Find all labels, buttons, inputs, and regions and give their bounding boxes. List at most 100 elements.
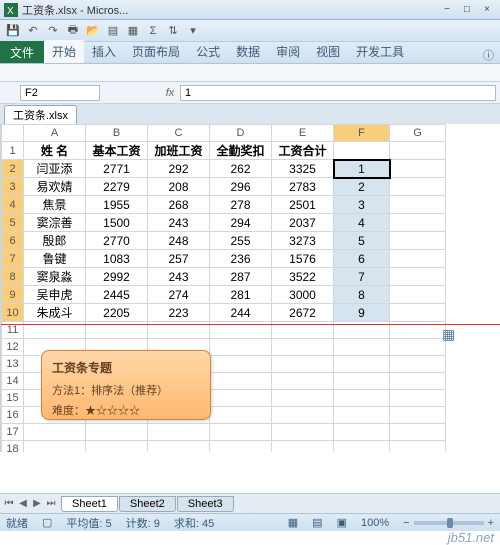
autofill-options-icon[interactable]: ▦ [442,326,456,340]
minimize-button[interactable]: − [438,3,456,17]
cell[interactable] [148,424,210,441]
help-icon[interactable]: ⓘ [477,47,500,63]
row-header[interactable]: 13 [2,356,24,373]
formula-bar[interactable]: 1 [180,85,496,101]
cell[interactable] [272,339,334,356]
cell[interactable] [390,232,446,250]
cell[interactable]: 4 [334,214,390,232]
file-tab[interactable]: 文件 [0,41,44,63]
tab-review[interactable]: 审阅 [268,40,308,63]
cell[interactable]: 294 [210,214,272,232]
cell[interactable]: 2783 [272,178,334,196]
cell[interactable]: 262 [210,160,272,178]
cell[interactable] [390,441,446,453]
last-sheet-icon[interactable]: ⏭ [44,498,58,509]
cell[interactable] [390,424,446,441]
cell[interactable]: 6 [334,250,390,268]
cell[interactable]: 1576 [272,250,334,268]
cell[interactable]: 243 [148,214,210,232]
cell[interactable]: 3273 [272,232,334,250]
cell[interactable] [210,390,272,407]
cell[interactable]: 全勤奖扣 [210,142,272,160]
cell[interactable]: 2992 [86,268,148,286]
cell[interactable]: 278 [210,196,272,214]
cell[interactable] [272,407,334,424]
cell[interactable] [210,356,272,373]
cell[interactable]: 223 [148,304,210,322]
cell[interactable] [148,441,210,453]
cell[interactable]: 3522 [272,268,334,286]
zoom-level[interactable]: 100% [361,517,389,529]
status-rec-icon[interactable]: ▢ [42,516,52,529]
row-header[interactable]: 1 [2,142,24,160]
cell[interactable]: 基本工资 [86,142,148,160]
cell[interactable]: 闫亚添 [24,160,86,178]
tab-formulas[interactable]: 公式 [188,40,228,63]
sheet-tab-3[interactable]: Sheet3 [177,496,234,512]
cell[interactable] [272,424,334,441]
row-header[interactable]: 7 [2,250,24,268]
cell[interactable] [390,304,446,322]
tab-insert[interactable]: 插入 [84,40,124,63]
cell[interactable] [390,339,446,356]
cell[interactable] [24,424,86,441]
row-header[interactable]: 10 [2,304,24,322]
cell[interactable]: 274 [148,286,210,304]
cell[interactable]: 1 [334,160,390,178]
cell[interactable]: 2279 [86,178,148,196]
cell[interactable] [334,441,390,453]
row-header[interactable]: 5 [2,214,24,232]
cell[interactable]: 2205 [86,304,148,322]
row-header[interactable]: 9 [2,286,24,304]
col-header-e[interactable]: E [272,125,334,142]
cell[interactable]: 易欢婧 [24,178,86,196]
cell[interactable]: 3 [334,196,390,214]
cell[interactable] [334,339,390,356]
row-header[interactable]: 8 [2,268,24,286]
sigma-icon[interactable]: Σ [144,22,162,40]
cell[interactable]: 296 [210,178,272,196]
row-header[interactable]: 17 [2,424,24,441]
cell[interactable]: 2771 [86,160,148,178]
row-header[interactable]: 4 [2,196,24,214]
select-all-cell[interactable] [2,125,24,142]
cell[interactable]: 292 [148,160,210,178]
col-header-f[interactable]: F [334,125,390,142]
cell[interactable]: 243 [148,268,210,286]
cell[interactable] [210,339,272,356]
cell[interactable]: 2445 [86,286,148,304]
cell[interactable] [210,373,272,390]
col-header-d[interactable]: D [210,125,272,142]
maximize-button[interactable]: □ [458,3,476,17]
cell[interactable]: 208 [148,178,210,196]
row-header[interactable]: 6 [2,232,24,250]
border-icon[interactable]: ▦ [124,22,142,40]
cell[interactable]: 2770 [86,232,148,250]
new-icon[interactable]: ▤ [104,22,122,40]
fx-icon[interactable]: fx [160,87,180,99]
redo-icon[interactable]: ↷ [44,22,62,40]
cell[interactable]: 268 [148,196,210,214]
cell[interactable]: 2 [334,178,390,196]
cell[interactable] [390,160,446,178]
undo-icon[interactable]: ↶ [24,22,42,40]
cell[interactable] [390,196,446,214]
cell[interactable]: 1500 [86,214,148,232]
cell[interactable] [390,178,446,196]
cell[interactable] [390,250,446,268]
cell[interactable]: 3325 [272,160,334,178]
zoom-thumb[interactable] [447,518,453,528]
workbook-tab[interactable]: 工资条.xlsx [4,105,77,124]
print-icon[interactable]: 🖶 [64,22,82,40]
sheet-tab-2[interactable]: Sheet2 [119,496,176,512]
cell[interactable] [210,424,272,441]
tab-layout[interactable]: 页面布局 [124,40,188,63]
next-sheet-icon[interactable]: ▶ [30,498,44,509]
cell[interactable] [272,356,334,373]
cell[interactable]: 焦景 [24,196,86,214]
cell[interactable]: 257 [148,250,210,268]
zoom-slider[interactable]: − + [403,517,494,529]
cell[interactable]: 5 [334,232,390,250]
cell[interactable]: 2672 [272,304,334,322]
cell[interactable]: 朱成斗 [24,304,86,322]
